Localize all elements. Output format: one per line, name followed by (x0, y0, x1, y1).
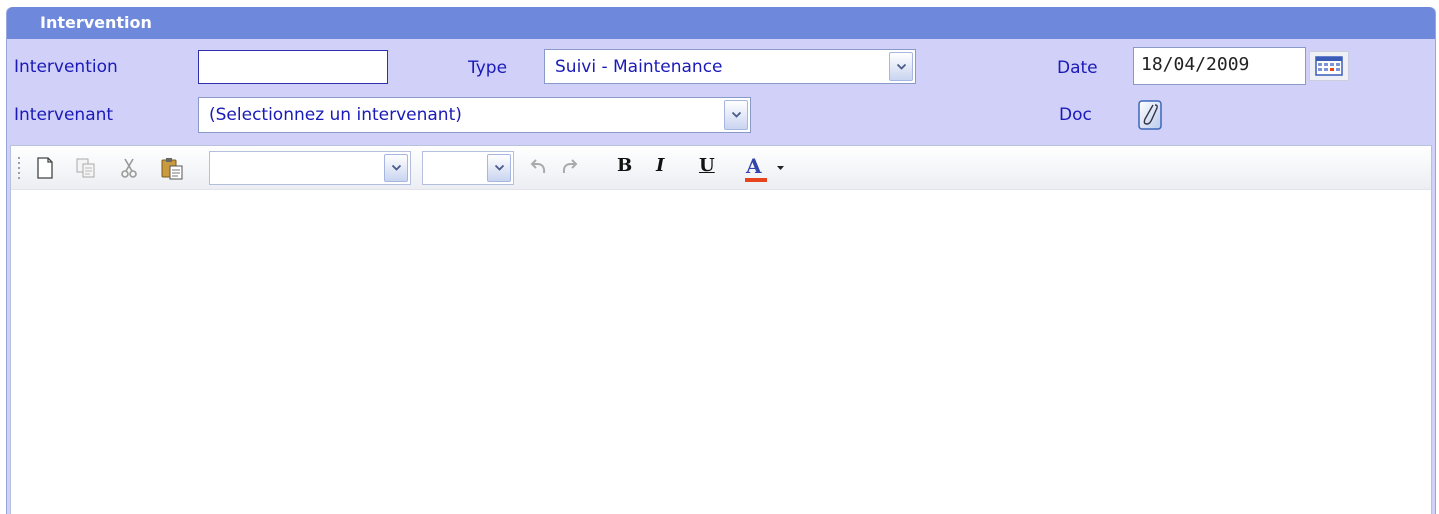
redo-button[interactable] (557, 156, 581, 180)
font-color-swatch (745, 178, 767, 182)
calendar-button[interactable] (1309, 51, 1349, 81)
bold-button[interactable]: B (617, 155, 632, 176)
type-label: Type (468, 58, 508, 78)
doc-attach-button[interactable] (1135, 97, 1165, 133)
paste-icon (161, 158, 183, 180)
type-select[interactable]: Suivi - Maintenance (544, 49, 916, 84)
cut-button[interactable] (117, 156, 141, 180)
copy-button[interactable] (74, 156, 98, 180)
toolbar-grip-icon (18, 157, 20, 179)
cut-icon (121, 158, 137, 178)
doc-attach-icon (1138, 100, 1162, 130)
intervention-panel: Intervention Intervention Type Suivi - M… (6, 7, 1436, 514)
undo-icon (530, 159, 546, 174)
chevron-down-icon (391, 165, 401, 171)
chevron-down-icon (494, 165, 504, 171)
copy-icon (76, 158, 95, 178)
type-dropdown-button[interactable] (889, 52, 913, 81)
new-document-button[interactable] (33, 156, 57, 180)
font-family-select[interactable] (209, 151, 411, 185)
font-color-button[interactable]: A (741, 152, 789, 184)
calendar-icon (1315, 56, 1343, 76)
intervention-label: Intervention (14, 57, 118, 77)
undo-button[interactable] (527, 156, 551, 180)
chevron-down-icon (896, 63, 906, 70)
font-size-select[interactable] (422, 151, 514, 185)
redo-icon (562, 159, 578, 174)
intervention-input[interactable] (198, 50, 388, 84)
intervenant-select-value: (Selectionnez un intervenant) (209, 105, 462, 125)
paste-button[interactable] (160, 156, 184, 180)
date-input[interactable]: 18/04/2009 (1133, 47, 1306, 85)
font-size-dropdown-button[interactable] (487, 154, 511, 182)
intervenant-dropdown-button[interactable] (724, 100, 748, 130)
rich-text-editor: B I U A (10, 145, 1432, 514)
doc-label: Doc (1059, 105, 1092, 125)
underline-button[interactable]: U (699, 155, 715, 176)
italic-button[interactable]: I (656, 155, 664, 176)
new-document-icon (37, 157, 53, 179)
panel-title: Intervention (7, 7, 1435, 39)
chevron-down-icon (731, 112, 741, 118)
editor-toolbar: B I U A (11, 146, 1431, 190)
type-select-value: Suivi - Maintenance (555, 57, 723, 77)
intervenant-label: Intervenant (14, 105, 114, 125)
font-color-glyph: A (746, 154, 762, 178)
editor-content-area[interactable] (11, 191, 1431, 514)
font-family-dropdown-button[interactable] (384, 154, 408, 182)
caret-down-icon[interactable] (777, 166, 784, 171)
intervenant-select[interactable]: (Selectionnez un intervenant) (198, 97, 751, 133)
date-label: Date (1057, 58, 1098, 78)
